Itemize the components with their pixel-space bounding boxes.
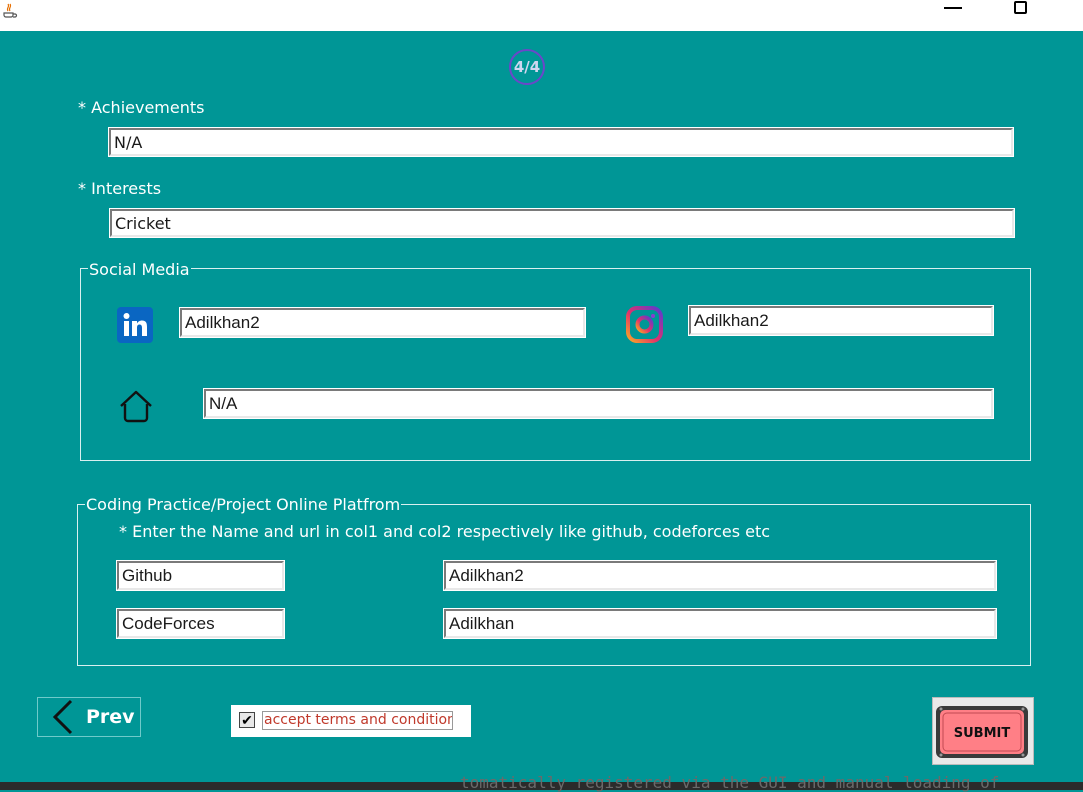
website-field[interactable]: N/A xyxy=(203,388,994,419)
achievements-label: * Achievements xyxy=(78,98,205,117)
social-media-group xyxy=(80,268,1031,461)
maximize-icon[interactable] xyxy=(1014,1,1027,14)
platform-url-field-1[interactable]: Adilkhan2 xyxy=(443,560,997,591)
terms-checkbox[interactable]: ✔ xyxy=(239,712,255,728)
minimize-icon[interactable] xyxy=(944,7,962,9)
social-media-title: Social Media xyxy=(88,260,191,279)
chevron-left-icon xyxy=(52,699,73,735)
instagram-field[interactable]: Adilkhan2 xyxy=(688,305,994,336)
submit-button[interactable]: SUBMIT xyxy=(932,697,1034,765)
platform-url-field-2[interactable]: Adilkhan xyxy=(443,608,997,639)
interests-label: * Interests xyxy=(78,179,162,198)
platform-name-field-1[interactable]: Github xyxy=(116,560,285,591)
background-window-text: tomatically registered via the GUI and m… xyxy=(460,773,1000,792)
linkedin-icon xyxy=(117,307,153,343)
linkedin-field[interactable]: Adilkhan2 xyxy=(179,307,586,338)
achievements-field[interactable]: N/A xyxy=(108,127,1014,157)
interests-field[interactable]: Cricket xyxy=(109,208,1015,238)
coding-platform-title: Coding Practice/Project Online Platfrom xyxy=(85,495,402,514)
title-bar xyxy=(0,0,1083,31)
platform-name-field-2[interactable]: CodeForces xyxy=(116,608,285,639)
instagram-icon xyxy=(626,306,663,343)
coding-platform-hint: * Enter the Name and url in col1 and col… xyxy=(119,522,771,541)
prev-button[interactable]: Prev xyxy=(37,697,141,737)
home-icon xyxy=(118,388,154,424)
submit-label: SUBMIT xyxy=(954,726,1011,741)
prev-button-label: Prev xyxy=(86,706,135,728)
java-icon xyxy=(0,0,20,18)
step-indicator: 4/4 xyxy=(509,49,545,85)
terms-label[interactable]: accept terms and conditions xyxy=(262,711,453,730)
submit-icon: SUBMIT xyxy=(936,706,1028,758)
